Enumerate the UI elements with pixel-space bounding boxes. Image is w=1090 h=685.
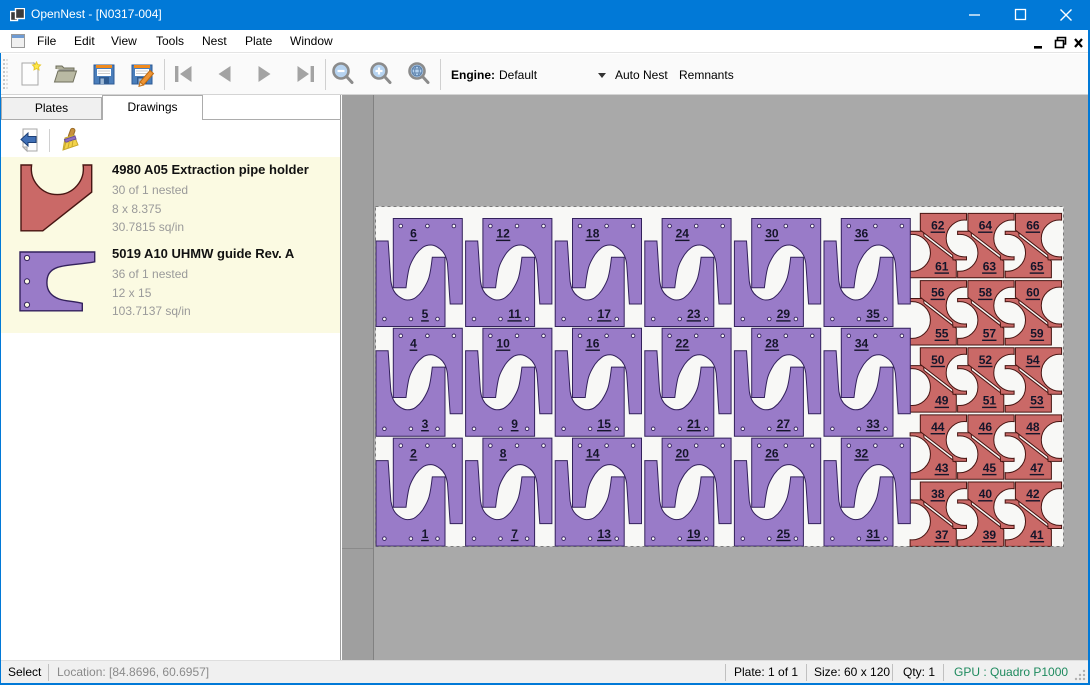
svg-text:61: 61 [935,259,949,273]
svg-text:58: 58 [979,285,993,299]
svg-text:16: 16 [586,336,600,350]
svg-text:20: 20 [676,446,690,460]
svg-text:54: 54 [1026,352,1040,366]
svg-text:51: 51 [983,393,997,407]
svg-text:31: 31 [866,526,880,540]
svg-text:62: 62 [931,218,945,232]
svg-text:46: 46 [979,420,993,434]
svg-text:39: 39 [983,528,997,542]
svg-text:53: 53 [1030,393,1044,407]
svg-text:45: 45 [983,460,997,474]
svg-text:21: 21 [687,417,701,431]
svg-text:17: 17 [598,307,612,321]
svg-text:52: 52 [979,352,993,366]
svg-text:29: 29 [777,307,791,321]
svg-text:34: 34 [855,336,869,350]
svg-text:2: 2 [410,446,417,460]
svg-text:23: 23 [687,307,701,321]
svg-text:32: 32 [855,446,869,460]
svg-text:18: 18 [586,226,600,240]
svg-text:8: 8 [500,446,507,460]
svg-text:24: 24 [676,226,690,240]
svg-text:26: 26 [765,446,779,460]
svg-text:22: 22 [676,336,690,350]
svg-text:19: 19 [687,526,701,540]
svg-text:50: 50 [931,352,945,366]
svg-text:63: 63 [983,259,997,273]
svg-text:55: 55 [935,326,949,340]
svg-text:10: 10 [496,336,510,350]
svg-text:4: 4 [410,336,417,350]
svg-text:15: 15 [598,417,612,431]
svg-text:25: 25 [777,526,791,540]
svg-text:35: 35 [866,307,880,321]
svg-text:6: 6 [410,226,417,240]
svg-text:9: 9 [511,417,518,431]
svg-text:49: 49 [935,393,949,407]
svg-text:3: 3 [422,417,429,431]
svg-text:41: 41 [1030,528,1044,542]
svg-text:13: 13 [598,526,612,540]
svg-text:14: 14 [586,446,600,460]
svg-text:47: 47 [1030,460,1044,474]
svg-text:65: 65 [1030,259,1044,273]
svg-text:48: 48 [1026,420,1040,434]
svg-text:28: 28 [765,336,779,350]
svg-text:12: 12 [496,226,510,240]
svg-text:44: 44 [931,420,945,434]
svg-text:59: 59 [1030,326,1044,340]
svg-text:11: 11 [508,307,521,321]
svg-text:66: 66 [1026,218,1040,232]
svg-text:56: 56 [931,285,945,299]
svg-text:43: 43 [935,460,949,474]
svg-text:5: 5 [422,307,429,321]
svg-text:1: 1 [422,526,429,540]
svg-text:30: 30 [765,226,779,240]
svg-text:40: 40 [979,487,993,501]
svg-text:38: 38 [931,487,945,501]
svg-text:7: 7 [511,526,518,540]
svg-text:60: 60 [1026,285,1040,299]
svg-text:64: 64 [979,218,993,232]
svg-text:37: 37 [935,528,949,542]
svg-text:36: 36 [855,226,869,240]
svg-text:27: 27 [777,417,791,431]
svg-text:33: 33 [866,417,880,431]
svg-text:57: 57 [983,326,997,340]
svg-text:42: 42 [1026,487,1040,501]
